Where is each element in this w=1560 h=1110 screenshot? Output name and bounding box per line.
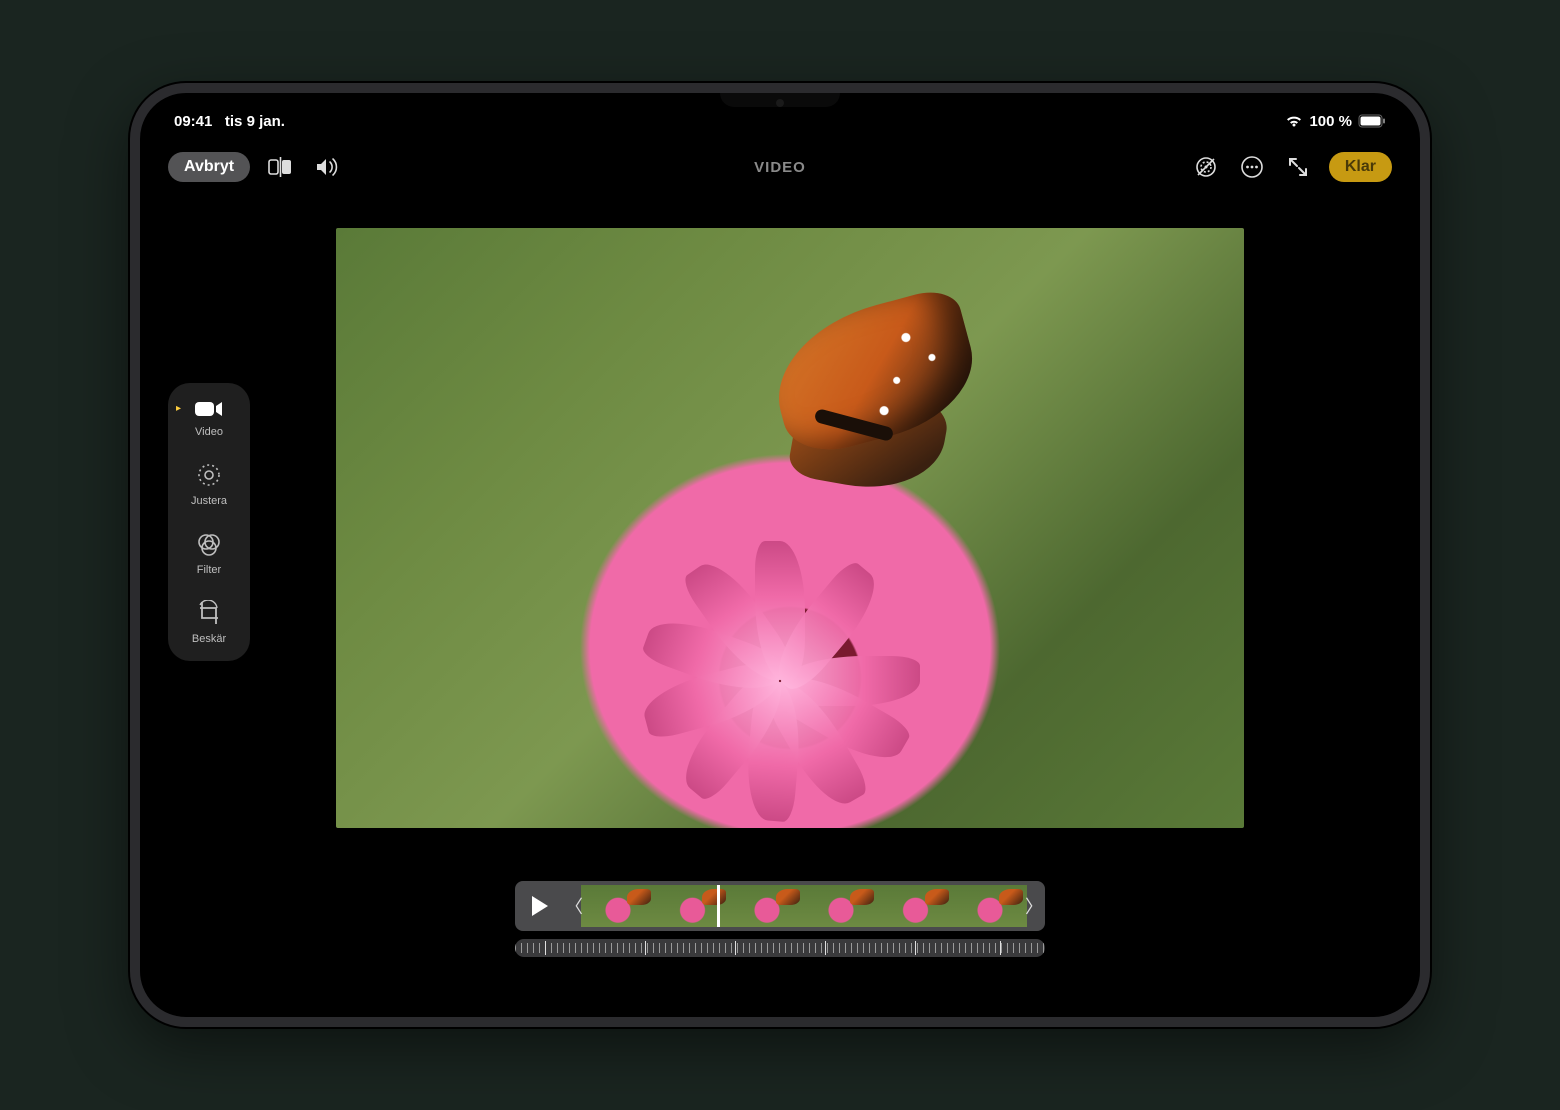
editor-topbar: Avbryt VIDEO Klar [140,143,1420,191]
front-camera [776,99,784,107]
wifi-icon [1285,114,1303,128]
volume-icon[interactable] [312,152,342,182]
edit-tools-sidebar: Video Justera Filter Beskär [168,383,250,661]
ruler-tick-major [645,941,646,955]
ruler-tick-major [735,941,736,955]
sidebar-item-filter[interactable]: Filter [174,531,244,576]
timeline-frame[interactable] [953,885,1027,927]
battery-percent: 100 % [1309,113,1352,130]
ellipsis-circle-icon[interactable] [1237,152,1267,182]
liveoff-icon[interactable] [1191,152,1221,182]
play-button[interactable] [519,885,561,927]
timeline-frames[interactable]: 〈 〉 [567,885,1041,927]
video-icon [194,399,224,422]
timeline-frame[interactable] [730,885,804,927]
battery-icon [1358,114,1386,128]
sidebar-item-label: Video [195,426,223,438]
sidebar-item-video[interactable]: Video [174,399,244,438]
status-right: 100 % [1285,113,1386,130]
ipad-device-frame: 09:41 tis 9 jan. 100 % Avbryt VIDEO [130,83,1430,1027]
expand-icon[interactable] [1283,152,1313,182]
status-bar: 09:41 tis 9 jan. 100 % [140,107,1420,135]
sidebar-item-label: Beskär [192,633,226,645]
trim-handle-left[interactable]: 〈 [567,885,581,927]
cancel-button[interactable]: Avbryt [168,152,250,182]
sidebar-item-label: Filter [197,564,221,576]
butterfly [774,308,1094,508]
editor-mode-title: VIDEO [754,159,806,176]
ruler-tick-major [825,941,826,955]
sidebar-item-label: Justera [191,495,227,507]
sidebar-item-justera[interactable]: Justera [174,462,244,507]
sidebar-item-beskar[interactable]: Beskär [174,600,244,645]
timeline-frame[interactable] [581,885,655,927]
video-frame-image [336,228,1244,828]
status-date: tis 9 jan. [225,113,285,130]
crop-icon [196,600,222,629]
adjust-icon [196,462,222,491]
flower-petals [540,516,1040,816]
trim-handle-right[interactable]: 〉 [1027,885,1041,927]
timeline-ruler[interactable] [515,939,1045,957]
playhead[interactable] [717,885,720,927]
timeline-frame[interactable] [804,885,878,927]
ruler-tick-major [915,941,916,955]
timeline-area: 〈 〉 [515,881,1045,957]
video-preview[interactable] [336,228,1244,828]
video-timeline[interactable]: 〈 〉 [515,881,1045,931]
notch [720,93,840,107]
status-left: 09:41 tis 9 jan. [174,113,285,130]
status-time: 09:41 [174,113,212,130]
timeline-frame[interactable] [878,885,952,927]
filter-icon [196,531,222,560]
compare-icon[interactable] [266,152,296,182]
ruler-ticks [515,939,1045,957]
done-button[interactable]: Klar [1329,152,1392,182]
